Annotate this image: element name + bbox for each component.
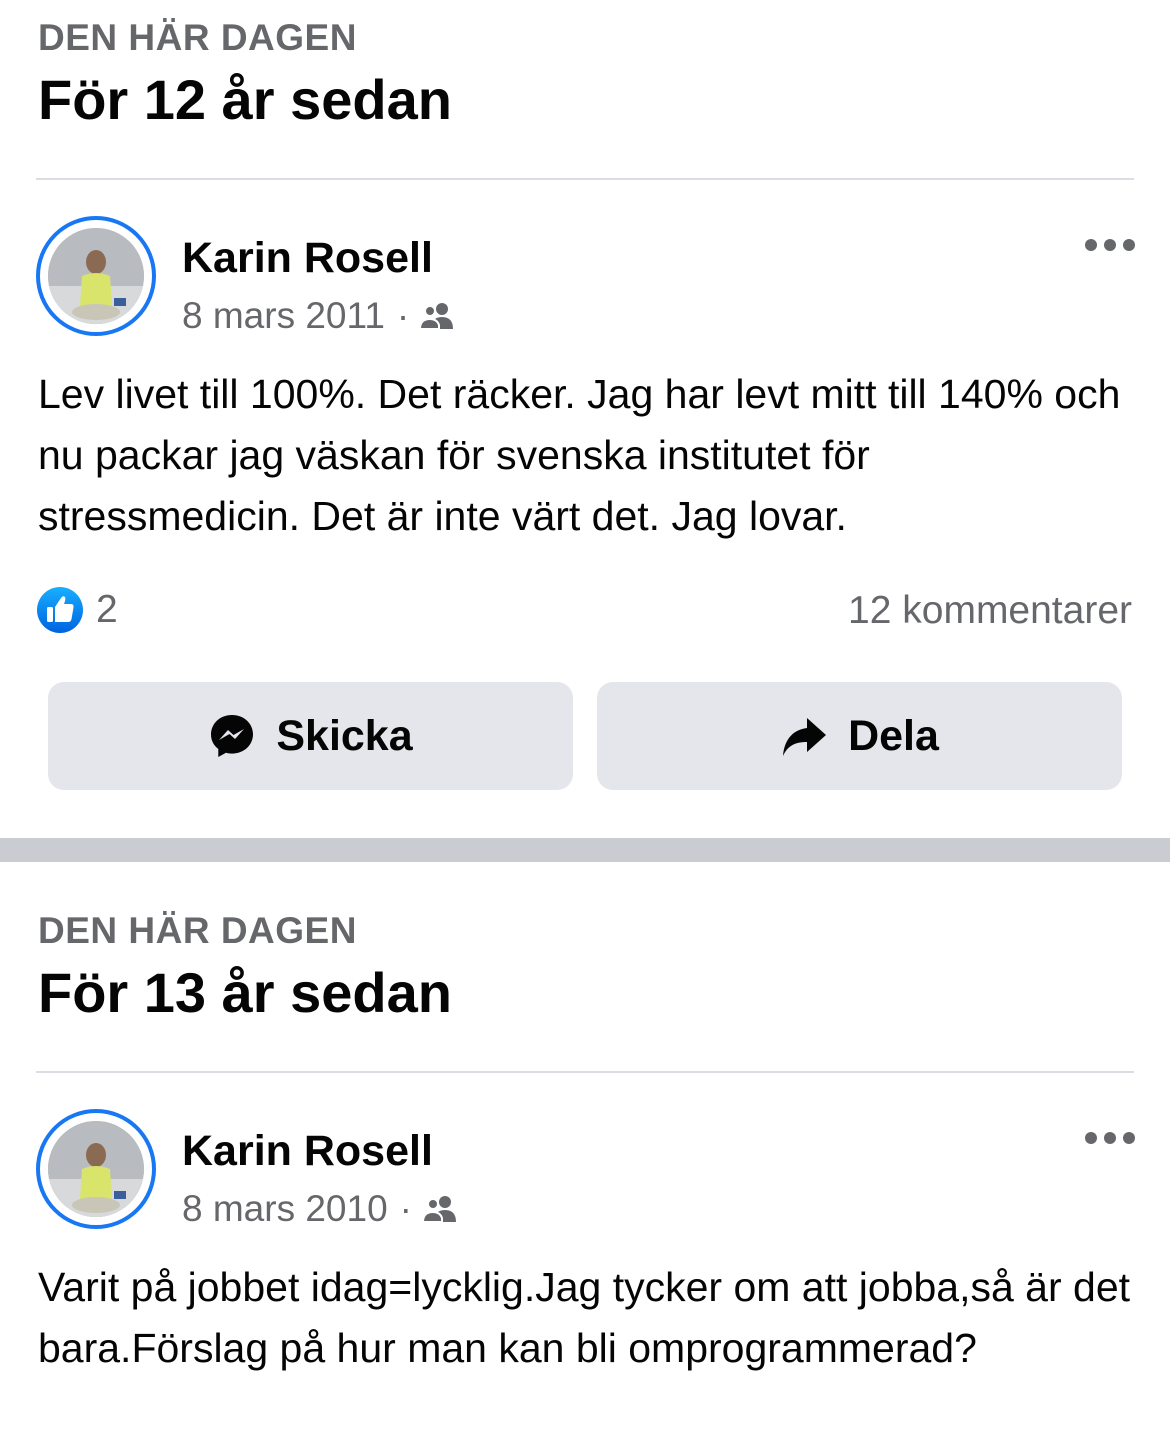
post-date[interactable]: 8 mars 2011 <box>182 294 385 338</box>
author-name[interactable]: Karin Rosell <box>182 1127 433 1175</box>
post-text: Varit på jobbet idag=lycklig.Jag tycker … <box>38 1264 1131 1371</box>
send-button[interactable]: Skicka <box>48 682 573 790</box>
memory-title: För 12 år sedan <box>38 68 452 131</box>
post-date[interactable]: 8 mars 2010 <box>182 1187 388 1231</box>
reactions-summary[interactable]: 2 <box>36 584 118 636</box>
meta-separator: · <box>399 1188 412 1229</box>
avatar[interactable] <box>36 1109 156 1229</box>
share-button[interactable]: Dela <box>597 682 1122 790</box>
like-reaction-icon <box>37 587 83 633</box>
messenger-icon <box>211 715 254 757</box>
more-options-icon[interactable] <box>1084 1125 1136 1151</box>
post-header: Karin Rosell 8 mars 2011 · <box>36 216 1136 338</box>
post-header: Karin Rosell 8 mars 2010 · <box>36 1109 1136 1231</box>
share-icon <box>783 718 827 756</box>
divider <box>36 1071 1134 1073</box>
memory-kicker: DEN HÄR DAGEN <box>38 910 357 951</box>
post-meta: 8 mars 2010 · <box>182 1187 458 1231</box>
divider <box>36 178 1134 180</box>
post-meta: 8 mars 2011 · <box>182 294 455 338</box>
comments-count[interactable]: 12 kommentarer <box>848 588 1132 634</box>
post-text: Lev livet till 100%. Det räcker. Jag har… <box>38 371 1121 539</box>
avatar-photo <box>48 228 144 324</box>
memory-header: DEN HÄR DAGEN För 13 år sedan <box>38 911 452 1023</box>
avatar[interactable] <box>36 216 156 336</box>
more-options-icon[interactable] <box>1084 232 1136 258</box>
share-label: Dela <box>848 711 939 760</box>
memory-kicker: DEN HÄR DAGEN <box>38 17 357 58</box>
friends-icon <box>419 303 454 330</box>
send-label: Skicka <box>276 711 413 760</box>
avatar-photo <box>48 1121 144 1217</box>
meta-separator: · <box>396 295 410 336</box>
friends-icon <box>422 1196 456 1223</box>
memory-title: För 13 år sedan <box>38 961 452 1024</box>
author-name[interactable]: Karin Rosell <box>182 234 433 282</box>
memory-header: DEN HÄR DAGEN För 12 år sedan <box>38 18 452 130</box>
section-separator <box>0 838 1170 862</box>
like-count: 2 <box>96 588 118 631</box>
